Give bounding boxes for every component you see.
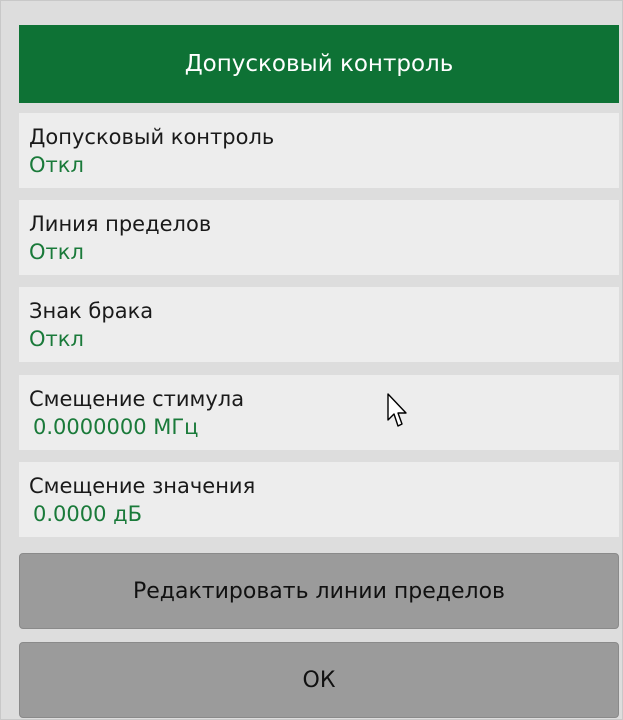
mouse-pointer-icon [387, 393, 407, 427]
value-offset-field[interactable]: Смещение значения 0.0000 дБ [19, 462, 619, 537]
limit-test-toggle[interactable]: Допусковый контроль Откл [19, 113, 619, 188]
item-label: Смещение стимула [29, 387, 245, 411]
fail-sign-toggle[interactable]: Знак брака Откл [19, 287, 619, 362]
limit-test-menu: Допусковый контроль Допусковый контроль … [0, 0, 623, 720]
item-label: Смещение значения [29, 474, 256, 498]
ok-button[interactable]: ОК [19, 642, 619, 718]
item-value: Откл [29, 153, 84, 177]
stimulus-offset-field[interactable]: Смещение стимула 0.0000000 МГц [19, 375, 619, 450]
edit-limit-lines-button[interactable]: Редактировать линии пределов [19, 553, 619, 629]
item-label: Линия пределов [29, 212, 212, 236]
item-value: Откл [29, 327, 84, 351]
limit-line-toggle[interactable]: Линия пределов Откл [19, 200, 619, 275]
item-label: Знак брака [29, 299, 154, 323]
item-label: Допусковый контроль [29, 125, 275, 149]
item-value: Откл [29, 240, 84, 264]
item-value: 0.0000000 МГц [33, 415, 199, 439]
menu-title: Допусковый контроль [19, 25, 619, 103]
item-value: 0.0000 дБ [33, 502, 143, 526]
